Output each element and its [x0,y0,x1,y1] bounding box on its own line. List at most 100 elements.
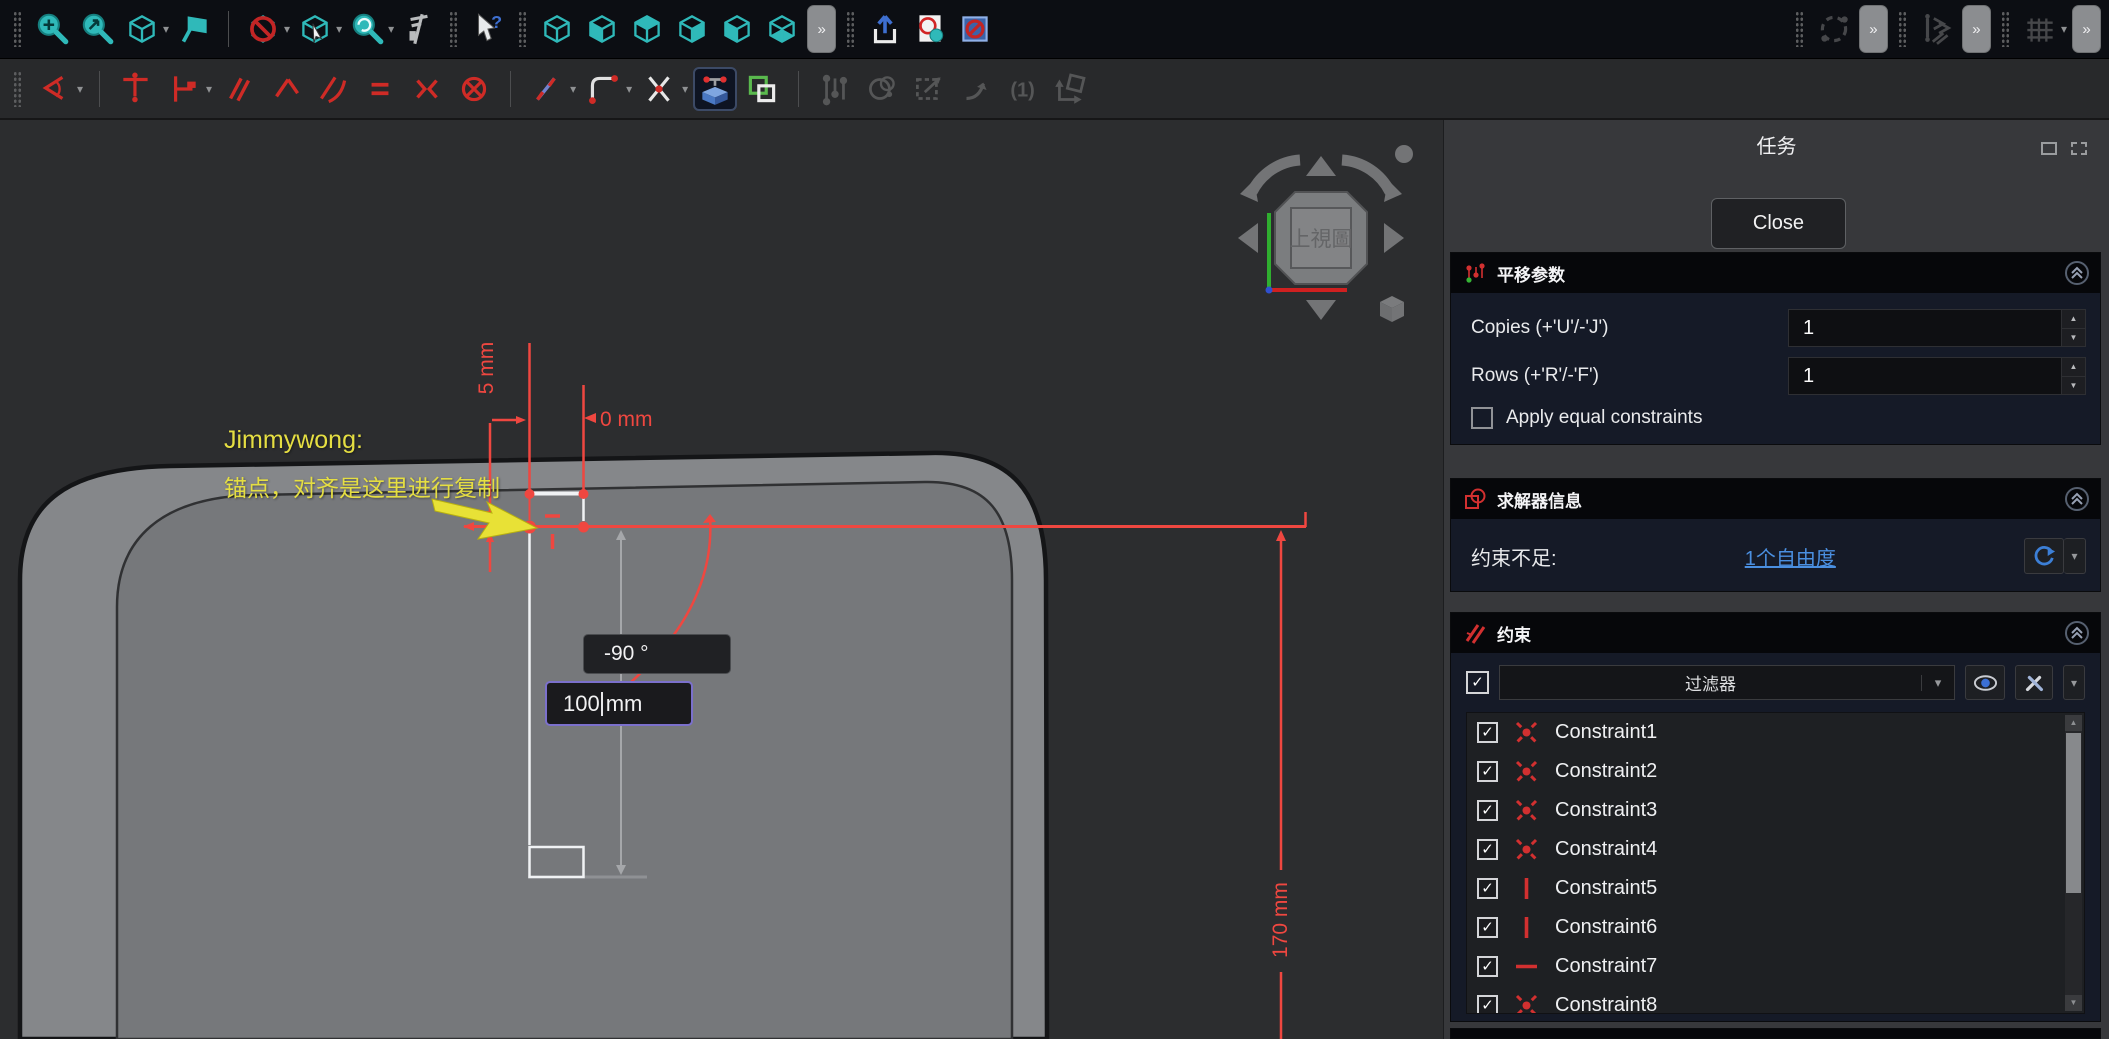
toolbar-overflow-button[interactable]: » [2072,5,2101,53]
constrain-symmetric-icon[interactable] [407,69,447,109]
settings-dropdown[interactable]: ▾ [2063,665,2085,700]
constraint-row[interactable]: ✓Constraint8 [1467,986,2084,1014]
copies-up-icon[interactable]: ▲ [2062,310,2085,329]
constraint-checkbox[interactable]: ✓ [1477,839,1498,860]
trim-tool-icon-dropdown[interactable]: ▾ [682,82,688,96]
zoom-selection-icon[interactable] [77,9,117,49]
navcube-menu-dot[interactable] [1395,145,1413,163]
toolbar-drag-handle[interactable] [13,71,22,107]
apply-equal-checkbox[interactable] [1471,407,1493,429]
auto-update-dropdown[interactable]: ▾ [2064,538,2086,574]
toolbar-drag-handle[interactable] [449,11,458,47]
sketch-edit-tools-icon[interactable] [1917,9,1957,49]
filter-enable-checkbox[interactable]: ✓ [1466,671,1489,694]
tilt-up-arrow[interactable] [1306,156,1336,176]
box-selection-icon[interactable] [295,9,335,49]
zoom-rotate-icon[interactable] [347,9,387,49]
constrain-distance-icon[interactable] [527,69,567,109]
bspline-tools-icon[interactable] [1814,9,1854,49]
measure-icon[interactable] [399,9,439,49]
grid-icon[interactable] [2020,9,2060,49]
carbon-copy-icon[interactable] [742,69,782,109]
collapse-chevron-icon[interactable] [2064,486,2090,512]
rotate-ccw-side-arrow[interactable] [1238,223,1258,253]
constraint-row[interactable]: ✓Constraint1 [1467,713,2084,752]
trim-tool-icon[interactable] [639,69,679,109]
toolbar-drag-handle[interactable] [846,11,855,47]
constraint-list[interactable]: ✓Constraint1✓Constraint2✓Constraint3✓Con… [1466,712,2085,1014]
constraint-checkbox[interactable]: ✓ [1477,995,1498,1014]
toolbar-overflow-button[interactable]: » [1962,5,1991,53]
tilt-down-arrow[interactable] [1306,300,1336,320]
copies-down-icon[interactable]: ▼ [2062,329,2085,347]
settings-button[interactable] [2015,665,2053,700]
view-top-icon[interactable] [627,9,667,49]
dimension-tool-icon-dropdown[interactable]: ▾ [77,82,83,96]
constrain-parallel-icon[interactable] [219,69,259,109]
whats-this-icon[interactable]: ? [468,9,508,49]
close-button[interactable]: Close [1711,198,1846,249]
axonometric-view-icon[interactable] [122,9,162,49]
constrain-distance-x-icon[interactable] [116,69,156,109]
constrain-perpendicular-icon[interactable] [266,69,306,109]
view-rear-icon[interactable] [717,9,757,49]
constraint-row[interactable]: ✓Constraint7 [1467,947,2084,986]
constrain-distance-y-icon-dropdown[interactable]: ▾ [206,82,212,96]
auto-update-button[interactable] [2024,538,2064,574]
scrollbar-thumb[interactable] [2066,733,2081,893]
view-section-icon[interactable] [955,9,995,49]
constrain-equal-icon[interactable] [360,69,400,109]
toolbar-drag-handle[interactable] [1898,11,1907,47]
constraint-checkbox[interactable]: ✓ [1477,917,1498,938]
constrain-tangent-icon[interactable] [313,69,353,109]
axonometric-view-icon-dropdown[interactable]: ▾ [163,22,169,36]
view-bottom-icon[interactable] [762,9,802,49]
fillet-tool-icon-dropdown[interactable]: ▾ [626,82,632,96]
constraint-checkbox[interactable]: ✓ [1477,800,1498,821]
move-geometry-icon[interactable] [1050,69,1090,109]
3d-viewport[interactable]: 5 mm 0 mm 170 mm 上視圖 Jimmywong: 锚点，对齐是这里… [0,120,1443,1039]
view-sketch-icon[interactable] [910,9,950,49]
scrollbar[interactable]: ▲ ▼ [2065,715,2082,1011]
filter-dropdown[interactable]: 过滤器 ▾ [1499,665,1955,700]
grid-icon-dropdown[interactable]: ▾ [2061,22,2067,36]
rows-down-icon[interactable]: ▼ [2062,377,2085,395]
view-right-icon[interactable] [672,9,712,49]
rows-up-icon[interactable]: ▲ [2062,358,2085,377]
dimension-tool-icon[interactable] [34,69,74,109]
toolbar-drag-handle[interactable] [1795,11,1804,47]
virtual-space-icon[interactable]: (1) [1003,69,1043,109]
mini-cube-icon[interactable] [1380,296,1404,322]
scroll-up-icon[interactable]: ▲ [2065,715,2082,731]
float-panel-icon[interactable] [2041,142,2057,155]
visibility-button[interactable] [1965,665,2005,700]
scroll-down-icon[interactable]: ▼ [2065,995,2082,1011]
constrain-distance-y-icon[interactable] [163,69,203,109]
constraint-row[interactable]: ✓Constraint3 [1467,791,2084,830]
constraint-checkbox[interactable]: ✓ [1477,956,1498,977]
clipping-plane-icon[interactable] [243,9,283,49]
bspline-info-icon[interactable] [862,69,902,109]
toolbar-drag-handle[interactable] [518,11,527,47]
constrain-distance-icon-dropdown[interactable]: ▾ [570,82,576,96]
view-front-icon[interactable] [582,9,622,49]
dock-panel-icon[interactable] [2071,142,2087,155]
navigation-cube[interactable]: 上視圖 [1222,132,1422,342]
rows-stepper[interactable]: 1 ▲▼ [1788,357,2086,395]
select-elements-icon[interactable] [909,69,949,109]
constraint-checkbox[interactable]: ✓ [1477,878,1498,899]
filter-dropdown-arrow-icon[interactable]: ▾ [1921,675,1954,691]
view-isometric-icon[interactable] [537,9,577,49]
toolbar-overflow-button[interactable]: » [807,5,836,53]
constrain-block-icon[interactable] [454,69,494,109]
rotate-cw-side-arrow[interactable] [1384,223,1404,253]
toolbar-overflow-button[interactable]: » [1859,5,1888,53]
constraint-checkbox[interactable]: ✓ [1477,761,1498,782]
copies-stepper[interactable]: 1 ▲▼ [1788,309,2086,347]
collapse-chevron-icon[interactable] [2064,260,2090,286]
translate-tool-icon[interactable] [695,69,735,109]
constraint-row[interactable]: ✓Constraint2 [1467,752,2084,791]
rotate-right-arrow[interactable] [1342,160,1390,192]
leave-sketch-icon[interactable] [865,9,905,49]
constraint-row[interactable]: ✓Constraint4 [1467,830,2084,869]
